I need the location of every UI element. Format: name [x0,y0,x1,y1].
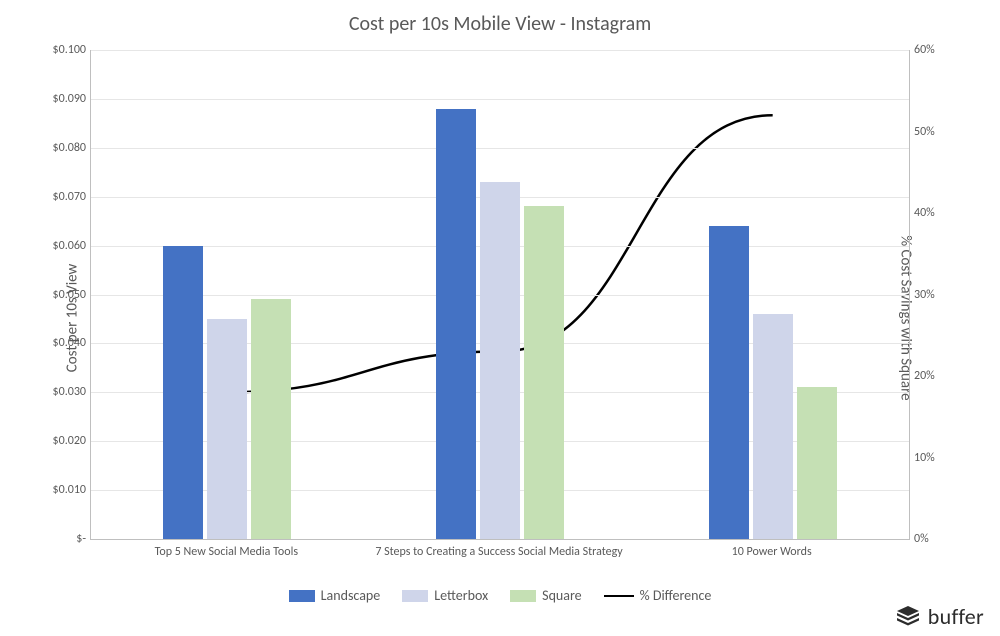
y1-axis-label: Cost per 10s View [63,264,81,373]
legend-label-square: Square [542,587,582,604]
gridline [91,99,909,100]
y1-tick-label: $0.020 [36,434,86,448]
legend-swatch-landscape [289,590,315,602]
y2-tick-label: 50% [914,125,954,139]
y1-tick-label: $0.030 [36,385,86,399]
x-category-label: Top 5 New Social Media Tools [155,545,298,559]
brand-logo: buffer [896,603,984,630]
chart-root: Cost per 10s Mobile View - Instagram Cos… [0,0,1000,636]
brand-text: buffer [928,603,984,630]
plot-area [90,50,910,540]
bar-letterbox [753,314,793,539]
y1-tick-label: $0.100 [36,43,86,57]
legend-label-pct-difference: % Difference [640,587,712,604]
y2-tick-label: 30% [914,288,954,302]
bar-letterbox [207,319,247,539]
y1-tick-label: $0.040 [36,336,86,350]
buffer-icon [896,605,920,629]
chart-title: Cost per 10s Mobile View - Instagram [0,12,1000,36]
legend-swatch-square [510,590,536,602]
y2-tick-label: 10% [914,451,954,465]
legend: Landscape Letterbox Square % Difference [0,587,1000,604]
y1-tick-label: $0.080 [36,141,86,155]
legend-line-icon [604,595,634,597]
legend-item-letterbox: Letterbox [402,587,488,604]
legend-swatch-letterbox [402,590,428,602]
y1-tick-label: $0.050 [36,288,86,302]
y2-tick-label: 40% [914,206,954,220]
legend-item-landscape: Landscape [289,587,381,604]
y2-tick-label: 0% [914,532,954,546]
y1-tick-label: $0.090 [36,92,86,106]
y1-tick-label: $0.070 [36,190,86,204]
y2-tick-label: 20% [914,369,954,383]
bar-square [251,299,291,539]
bar-letterbox [480,182,520,539]
y2-tick-label: 60% [914,43,954,57]
y1-tick-label: $0.010 [36,483,86,497]
x-category-label: 10 Power Words [732,545,812,559]
y1-tick-label: $0.060 [36,239,86,253]
y1-tick-label: $- [36,532,86,546]
x-category-label: 7 Steps to Creating a Success Social Med… [375,545,622,559]
gridline [91,50,909,51]
legend-item-square: Square [510,587,582,604]
bar-square [797,387,837,539]
bar-landscape [709,226,749,539]
bar-landscape [436,109,476,539]
legend-label-letterbox: Letterbox [434,587,488,604]
bar-square [524,206,564,539]
legend-label-landscape: Landscape [321,587,381,604]
bar-landscape [163,246,203,539]
legend-item-pct-difference: % Difference [604,587,712,604]
gridline [91,148,909,149]
